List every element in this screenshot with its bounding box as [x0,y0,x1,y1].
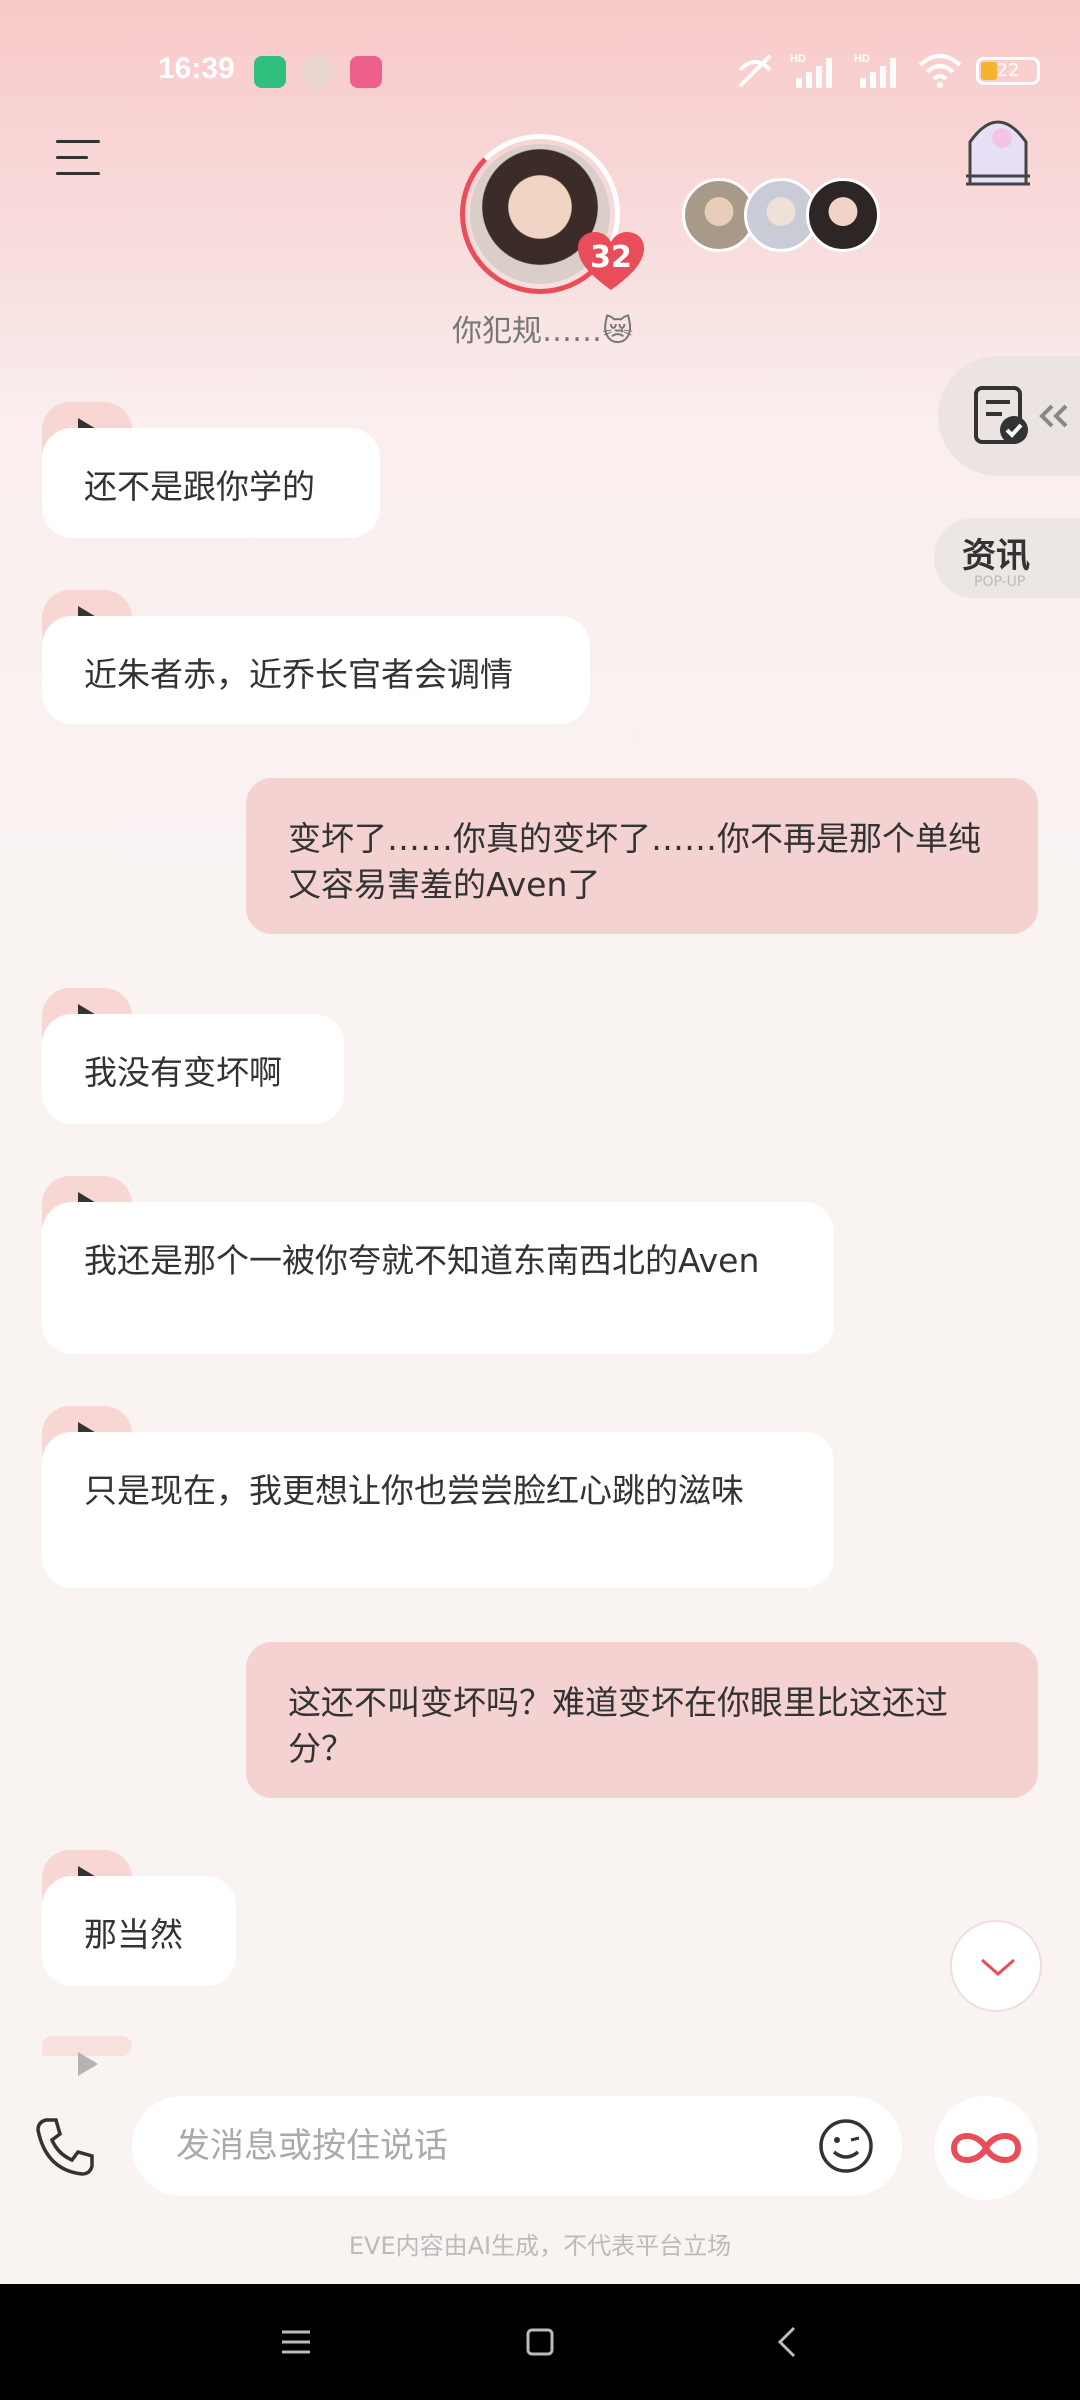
checklist-icon [974,386,1028,444]
user-message: 变坏了……你真的变坏了……你不再是那个单纯又容易害羞的Aven了 [246,778,1038,934]
character-status: 你犯规……😿 [452,314,634,349]
user-message: 这还不叫变坏吗？难道变坏在你眼里比这还过分？ [246,1642,1038,1798]
character-avatar-3[interactable] [806,178,880,252]
composer [0,2090,1080,2210]
infinity-button[interactable] [934,2096,1038,2200]
ai-message: 我还是那个一被你夸就不知道东南西北的Aven [42,1202,834,1354]
task-panel-button[interactable] [938,356,1080,476]
infinity-icon [950,2133,1022,2163]
collapse-arrows-icon [1039,404,1068,428]
affection-level: 32 [590,240,632,275]
mute-icon [738,54,772,88]
avatar-app-icon [302,56,334,88]
phone-icon[interactable] [32,2114,98,2180]
menu-icon[interactable] [56,140,100,180]
signal-2-icon: HD [854,53,896,88]
affection-badge: 32 [576,230,646,292]
status-bar: 16:39 HD HD 22 [0,0,1080,140]
message-input[interactable] [132,2096,902,2196]
ai-message: 只是现在，我更想让你也尝尝脸红心跳的滋味 [42,1432,834,1588]
news-sublabel: POP-UP [974,574,1026,590]
ai-message: 近朱者赤，近乔长官者会调情 [42,616,590,724]
news-button[interactable]: 资讯 POP-UP [934,518,1080,598]
signal-1-icon: HD [790,53,832,88]
ai-message: 那当然 [42,1876,236,1986]
gate-icon[interactable] [962,108,1034,192]
character-switcher[interactable] [682,178,880,252]
system-nav-bar [0,2284,1080,2400]
bilibili-app-icon [350,56,382,88]
news-label: 资讯 [962,536,1030,576]
signal-hd-label-2: HD [854,53,870,65]
voice-play-button[interactable] [42,2036,132,2076]
battery-level: 22 [996,60,1020,81]
emoji-icon[interactable] [818,2118,874,2174]
battery-icon: 22 [976,57,1040,85]
security-app-icon [254,56,286,88]
scroll-to-bottom-button[interactable] [950,1920,1042,2012]
character-avatar[interactable]: 32 [460,134,644,294]
status-icons: HD HD 22 [734,52,1040,90]
back-icon[interactable] [764,2318,812,2366]
chevron-down-icon [981,1958,1015,1976]
signal-hd-label: HD [790,53,806,65]
recent-apps-icon[interactable] [272,2318,320,2366]
ai-message: 还不是跟你学的 [42,428,380,538]
wifi-icon [918,54,962,88]
home-icon[interactable] [516,2318,564,2366]
ai-disclaimer: EVE内容由AI生成，不代表平台立场 [348,2232,732,2260]
ai-message: 我没有变坏啊 [42,1014,344,1124]
clock: 16:39 [158,52,235,85]
